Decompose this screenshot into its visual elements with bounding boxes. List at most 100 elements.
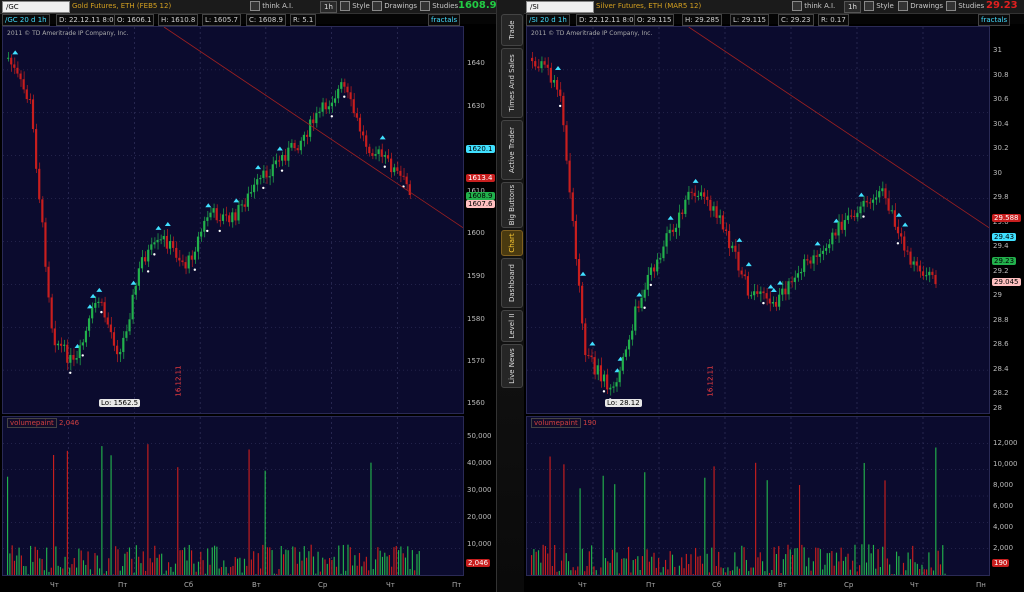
y-tick: 1580 bbox=[467, 315, 485, 323]
studies-icon bbox=[946, 1, 956, 11]
x-tick: Сб bbox=[712, 581, 722, 589]
tab-label: Times And Sales bbox=[508, 54, 516, 112]
tag-red: 1613.4 bbox=[466, 174, 495, 182]
chart-toolbar: /GC Gold Futures, ETH (FEB5 12) think A.… bbox=[0, 0, 504, 14]
symbol-input[interactable]: /SI bbox=[526, 1, 594, 13]
y-tick: 30.8 bbox=[993, 71, 1009, 79]
volume-axis: 12,000 10,000 8,000 6,000 4,000 2,000 19… bbox=[990, 416, 1024, 574]
y-tick: 28.8 bbox=[993, 316, 1009, 324]
tab-active-trader[interactable]: Active Trader bbox=[501, 120, 523, 180]
style-label: Style bbox=[876, 2, 894, 10]
x-tick: Чт bbox=[50, 581, 59, 589]
y-tick: 30.2 bbox=[993, 144, 1009, 152]
y-tick: 1570 bbox=[467, 357, 485, 365]
high-label: H: 29.285 bbox=[682, 14, 723, 26]
drawings-button[interactable]: Drawings bbox=[372, 1, 417, 11]
fractals-label[interactable]: fractals bbox=[978, 14, 1011, 26]
copyright: 2011 © TD Ameritrade IP Company, Inc. bbox=[531, 30, 653, 37]
x-tick: Сб bbox=[184, 581, 194, 589]
drawings-label: Drawings bbox=[384, 2, 417, 10]
x-tick: Вт bbox=[252, 581, 261, 589]
symbol-description: Gold Futures, ETH (FEB5 12) bbox=[72, 2, 172, 10]
tag-green: 1608.9 bbox=[466, 192, 495, 200]
tab-dashboard[interactable]: Dashboard bbox=[501, 258, 523, 308]
tab-big-buttons[interactable]: Big Buttons bbox=[501, 182, 523, 228]
studies-icon bbox=[420, 1, 430, 11]
studies-button[interactable]: Studies bbox=[420, 1, 458, 11]
tab-chart[interactable]: Chart bbox=[501, 230, 523, 256]
timeframe-button[interactable]: 1h bbox=[844, 1, 861, 13]
tag-pink: 29.045 bbox=[992, 278, 1021, 286]
think-ai-button[interactable]: think A.I. bbox=[250, 1, 293, 11]
drawings-button[interactable]: Drawings bbox=[898, 1, 943, 11]
think-ai-label: think A.I. bbox=[262, 2, 294, 10]
copyright: 2011 © TD Ameritrade IP Company, Inc. bbox=[7, 30, 129, 37]
y-tick: 28.6 bbox=[993, 340, 1009, 348]
style-button[interactable]: Style bbox=[864, 1, 894, 11]
volume-plot[interactable]: volumepaint 190 bbox=[526, 416, 990, 576]
date-label: D: 22.12.11 8:00 bbox=[56, 14, 122, 26]
x-tick: Пт bbox=[118, 581, 128, 589]
fractals-label[interactable]: fractals bbox=[428, 14, 461, 26]
tab-trade[interactable]: Trade bbox=[501, 14, 523, 46]
price-plot[interactable]: 2011 © TD Ameritrade IP Company, Inc. Lo… bbox=[526, 26, 990, 414]
gold-chart-panel: /GC Gold Futures, ETH (FEB5 12) think A.… bbox=[0, 0, 504, 592]
volume-study-label: volumepaint 190 bbox=[531, 418, 597, 428]
timeframe-button[interactable]: 1h bbox=[320, 1, 337, 13]
x-tick: Чт bbox=[386, 581, 395, 589]
vol-tick: 50,000 bbox=[467, 432, 492, 440]
tab-label: Chart bbox=[508, 233, 516, 253]
vol-tick: 20,000 bbox=[467, 513, 492, 521]
price-plot[interactable]: 2011 © TD Ameritrade IP Company, Inc. Lo… bbox=[2, 26, 464, 414]
low-label-tag: Lo: 1562.5 bbox=[99, 399, 141, 407]
symbol-input[interactable]: /GC bbox=[2, 1, 70, 13]
y-tick: 29 bbox=[993, 291, 1002, 299]
last-price: 29.23 bbox=[986, 0, 1018, 11]
vol-tag: 2,046 bbox=[466, 559, 491, 567]
tab-label: Active Trader bbox=[508, 127, 516, 173]
studies-label: Studies bbox=[958, 2, 985, 10]
x-tick: Чт bbox=[910, 581, 919, 589]
style-label: Style bbox=[352, 2, 370, 10]
y-tick: 31 bbox=[993, 46, 1002, 54]
y-tick: 29.2 bbox=[993, 267, 1009, 275]
vol-tick: 8,000 bbox=[993, 481, 1014, 489]
studies-button[interactable]: Studies bbox=[946, 1, 984, 11]
tab-label: Level II bbox=[508, 313, 516, 339]
x-tick: Пт bbox=[646, 581, 656, 589]
close-label: C: 1608.9 bbox=[246, 14, 286, 26]
ohlc-infobar: /SI 20 d 1h D: 22.12.11 8:00 O: 29.115 H… bbox=[524, 14, 1024, 26]
volume-name: volumepaint bbox=[531, 418, 581, 428]
open-label: O: 29.115 bbox=[634, 14, 675, 26]
think-ai-button[interactable]: think A.I. bbox=[792, 1, 835, 11]
vol-tick: 2,000 bbox=[993, 544, 1014, 552]
open-label: O: 1606.1 bbox=[114, 14, 155, 26]
tab-live-news[interactable]: Live News bbox=[501, 344, 523, 388]
x-tick: Чт bbox=[578, 581, 587, 589]
y-tick: 29.8 bbox=[993, 193, 1009, 201]
low-label: L: 1605.7 bbox=[202, 14, 241, 26]
y-tick: 29.4 bbox=[993, 242, 1009, 250]
volume-value: 190 bbox=[583, 419, 597, 427]
symbol-description: Silver Futures, ETH (MAR5 12) bbox=[596, 2, 702, 10]
range-label: R: 0.17 bbox=[818, 14, 849, 26]
volume-plot[interactable]: volumepaint 2,046 bbox=[2, 416, 464, 576]
tab-times-and-sales[interactable]: Times And Sales bbox=[501, 48, 523, 118]
price-axis: 1640 1630 1620 1610 1600 1590 1580 1570 … bbox=[464, 26, 496, 412]
tag-pink: 1607.6 bbox=[466, 200, 495, 208]
tab-level-ii[interactable]: Level II bbox=[501, 310, 523, 342]
vol-tick: 30,000 bbox=[467, 486, 492, 494]
style-icon bbox=[340, 1, 350, 11]
high-label: H: 1610.8 bbox=[158, 14, 199, 26]
close-label: C: 29.23 bbox=[778, 14, 814, 26]
style-button[interactable]: Style bbox=[340, 1, 370, 11]
x-tick: Ср bbox=[844, 581, 854, 589]
vol-tick: 6,000 bbox=[993, 502, 1014, 510]
y-tick: 1630 bbox=[467, 102, 485, 110]
range-label: R: 5.1 bbox=[290, 14, 317, 26]
vol-tick: 40,000 bbox=[467, 459, 492, 467]
silver-chart-panel: /SI Silver Futures, ETH (MAR5 12) think … bbox=[524, 0, 1024, 592]
volume-value: 2,046 bbox=[59, 419, 80, 427]
y-tick: 28 bbox=[993, 404, 1002, 412]
time-axis: Чт Пт Сб Вт Ср Чт Пт bbox=[0, 578, 496, 592]
